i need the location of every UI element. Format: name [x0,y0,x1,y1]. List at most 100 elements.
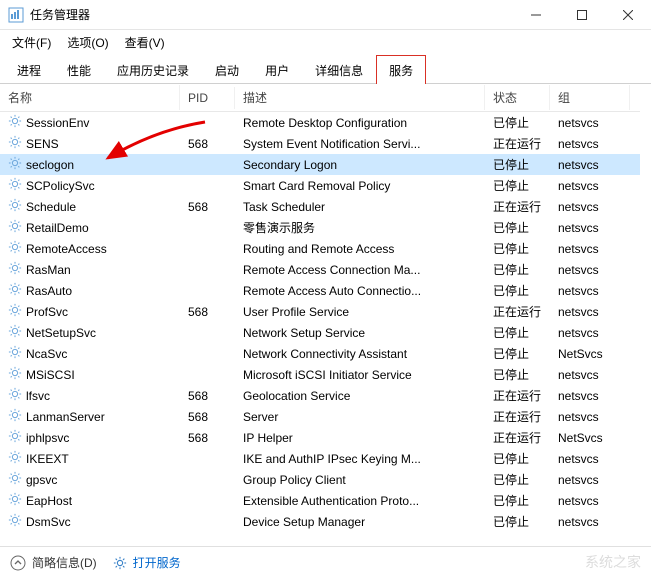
title-bar: 任务管理器 [0,0,651,30]
service-name: SENS [26,137,59,151]
cell-name: SessionEnv [0,112,180,133]
cell-pid [180,163,235,167]
gear-icon [8,261,22,278]
minimize-button[interactable] [513,0,559,30]
status-bar: 简略信息(D) 打开服务 [0,546,651,578]
cell-name: RasAuto [0,280,180,301]
window-controls [513,0,651,30]
cell-name: RemoteAccess [0,238,180,259]
table-row[interactable]: RasAutoRemote Access Auto Connectio...已停… [0,280,640,301]
close-button[interactable] [605,0,651,30]
cell-desc: Server [235,408,485,426]
tab-详细信息[interactable]: 详细信息 [302,55,376,84]
table-row[interactable]: RasManRemote Access Connection Ma...已停止n… [0,259,640,280]
table-row[interactable]: ProfSvc 568User Profile Service正在运行netsvc… [0,301,640,322]
cell-status: 已停止 [485,280,550,301]
table-row[interactable]: IKEEXTIKE and AuthIP IPsec Keying M...已停… [0,448,640,469]
cell-desc: Remote Desktop Configuration [235,114,485,132]
cell-group: netsvcs [550,303,630,321]
col-header-pid[interactable]: PID [180,87,235,109]
menu-options[interactable]: 选项(O) [59,32,116,53]
table-row[interactable]: SessionEnv Remote Desktop Configuration已停… [0,112,640,133]
tab-服务[interactable]: 服务 [376,55,426,84]
table-row[interactable]: DsmSvcDevice Setup Manager已停止netsvcs [0,511,640,532]
gear-icon [8,240,22,257]
gear-icon [8,513,22,530]
tab-进程[interactable]: 进程 [4,55,54,84]
cell-pid [180,121,235,125]
table-header[interactable]: 名称 PID 描述 状态 组 [0,84,640,112]
cell-status: 已停止 [485,259,550,280]
gear-icon [8,471,22,488]
open-services-button[interactable]: 打开服务 [113,554,181,571]
col-header-status[interactable]: 状态 [485,85,550,110]
cell-name: NcaSvc [0,343,180,364]
cell-pid: 568 [180,408,235,426]
cell-status: 已停止 [485,469,550,490]
table-row[interactable]: RetailDemo零售演示服务已停止netsvcs [0,217,640,238]
cell-status: 已停止 [485,175,550,196]
cell-pid: 568 [180,303,235,321]
cell-name: lfsvc [0,385,180,406]
table-row[interactable]: LanmanServer568Server正在运行netsvcs [0,406,640,427]
open-services-label: 打开服务 [133,554,181,571]
table-row[interactable]: RemoteAccessRouting and Remote Access已停止… [0,238,640,259]
services-table[interactable]: 名称 PID 描述 状态 组 SessionEnv Remote Desktop … [0,84,651,546]
table-row[interactable]: NetSetupSvcNetwork Setup Service已停止netsv… [0,322,640,343]
cell-desc: Microsoft iSCSI Initiator Service [235,366,485,384]
gear-icon [8,303,22,320]
cell-status: 正在运行 [485,301,550,322]
service-name: NetSetupSvc [26,326,96,340]
maximize-button[interactable] [559,0,605,30]
table-row[interactable]: SENS568System Event Notification Servi..… [0,133,640,154]
table-row[interactable]: NcaSvcNetwork Connectivity Assistant已停止N… [0,343,640,364]
col-header-group[interactable]: 组 [550,85,630,110]
service-name: RemoteAccess [26,242,107,256]
cell-group: netsvcs [550,408,630,426]
chevron-down-circle-icon [10,555,26,571]
table-row[interactable]: Schedule568Task Scheduler正在运行netsvcs [0,196,640,217]
gear-icon [8,429,22,446]
cell-pid: 568 [180,135,235,153]
gear-icon [8,324,22,341]
cell-pid [180,247,235,251]
menu-view[interactable]: 查看(V) [117,32,173,53]
cell-desc: Network Connectivity Assistant [235,345,485,363]
cell-pid [180,499,235,503]
cell-group: netsvcs [550,387,630,405]
gear-icon [8,219,22,236]
cell-desc: Network Setup Service [235,324,485,342]
table-row[interactable]: gpsvcGroup Policy Client已停止netsvcs [0,469,640,490]
table-row[interactable]: SCPolicySvcSmart Card Removal Policy已停止n… [0,175,640,196]
gear-icon [8,135,22,152]
cell-desc: User Profile Service [235,303,485,321]
cell-name: DsmSvc [0,511,180,532]
cell-desc: Smart Card Removal Policy [235,177,485,195]
tab-用户[interactable]: 用户 [252,55,302,84]
fewer-details-label: 简略信息(D) [32,554,97,571]
tab-启动[interactable]: 启动 [202,55,252,84]
table-row[interactable]: lfsvc568Geolocation Service正在运行netsvcs [0,385,640,406]
table-row[interactable]: MSiSCSIMicrosoft iSCSI Initiator Service… [0,364,640,385]
col-header-desc[interactable]: 描述 [235,85,485,110]
cell-group: netsvcs [550,261,630,279]
table-row[interactable]: seclogonSecondary Logon已停止netsvcs [0,154,640,175]
cell-status: 已停止 [485,448,550,469]
col-header-name[interactable]: 名称 [0,85,180,110]
cell-desc: Extensible Authentication Proto... [235,492,485,510]
tab-应用历史记录[interactable]: 应用历史记录 [104,55,202,84]
table-row[interactable]: EapHostExtensible Authentication Proto..… [0,490,640,511]
cell-status: 已停止 [485,112,550,133]
cell-pid: 568 [180,387,235,405]
table-row[interactable]: iphlpsvc568IP Helper正在运行NetSvcs [0,427,640,448]
cell-desc: 零售演示服务 [235,217,485,238]
menu-file[interactable]: 文件(F) [4,32,59,53]
cell-pid [180,520,235,524]
cell-desc: Secondary Logon [235,156,485,174]
service-name: ProfSvc [26,305,68,319]
cell-pid [180,478,235,482]
fewer-details-button[interactable]: 简略信息(D) [10,554,97,571]
app-icon [8,7,24,23]
cell-status: 已停止 [485,322,550,343]
tab-性能[interactable]: 性能 [54,55,104,84]
